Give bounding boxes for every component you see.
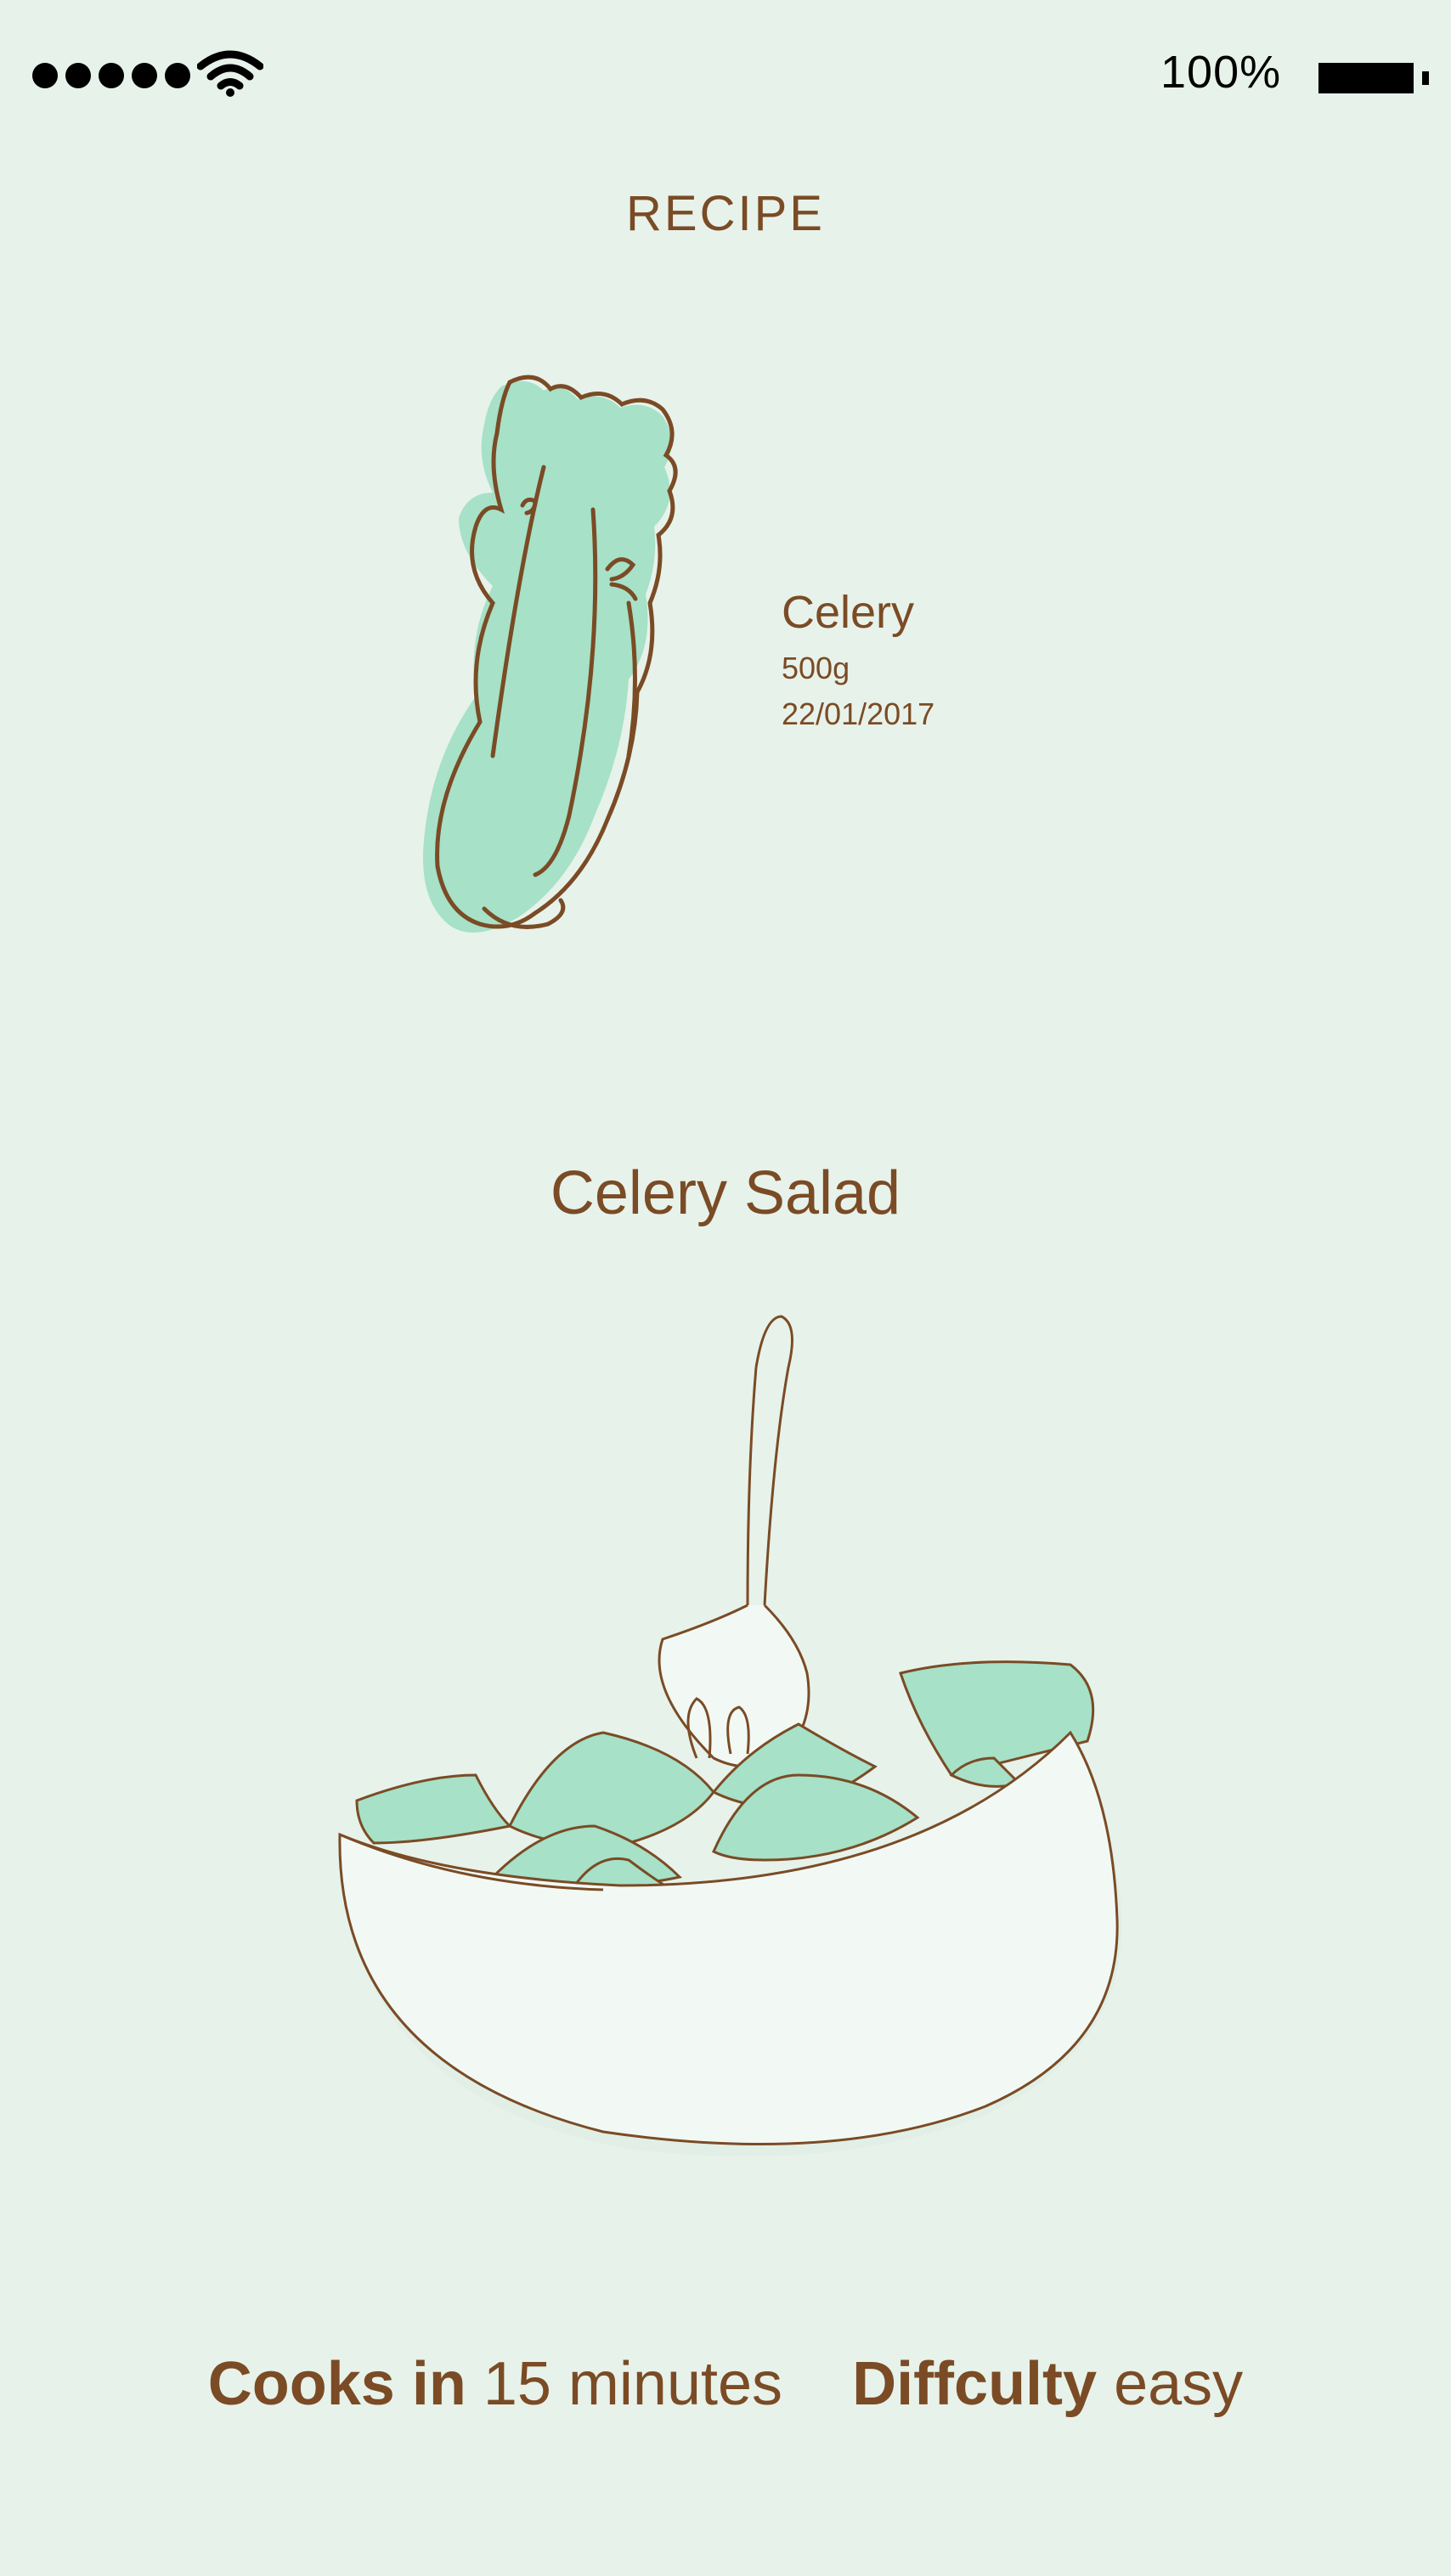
signal-dot bbox=[165, 63, 190, 88]
ingredient-info: Celery 500g 22/01/2017 bbox=[782, 586, 934, 742]
status-bar: 100% bbox=[0, 0, 1451, 153]
signal-dot bbox=[65, 63, 91, 88]
cook-info: Cooks in 15 minutes Diffculty easy bbox=[0, 2349, 1451, 2419]
dish-title: Celery Salad bbox=[550, 1159, 901, 1227]
ingredient-date: 22/01/2017 bbox=[782, 696, 935, 731]
wifi-icon bbox=[197, 50, 263, 97]
ingredient-name: Celery bbox=[782, 587, 915, 638]
difficulty-label: Diffculty bbox=[852, 2350, 1098, 2418]
signal-dot bbox=[32, 63, 58, 88]
difficulty-value: easy bbox=[1114, 2350, 1244, 2418]
signal-strength-icon bbox=[32, 63, 190, 88]
ingredient-amount: 500g bbox=[782, 651, 850, 685]
battery-percent: 100% bbox=[1160, 47, 1282, 98]
battery-full-icon bbox=[1318, 63, 1429, 93]
salad-bowl-icon bbox=[338, 1315, 1122, 2156]
celery-icon bbox=[423, 375, 678, 933]
signal-dot bbox=[132, 63, 157, 88]
signal-dot bbox=[99, 63, 124, 88]
cook-time-value: 15 minutes bbox=[483, 2350, 783, 2418]
page-title: RECIPE bbox=[626, 186, 825, 241]
cook-time-label: Cooks in bbox=[207, 2350, 466, 2418]
